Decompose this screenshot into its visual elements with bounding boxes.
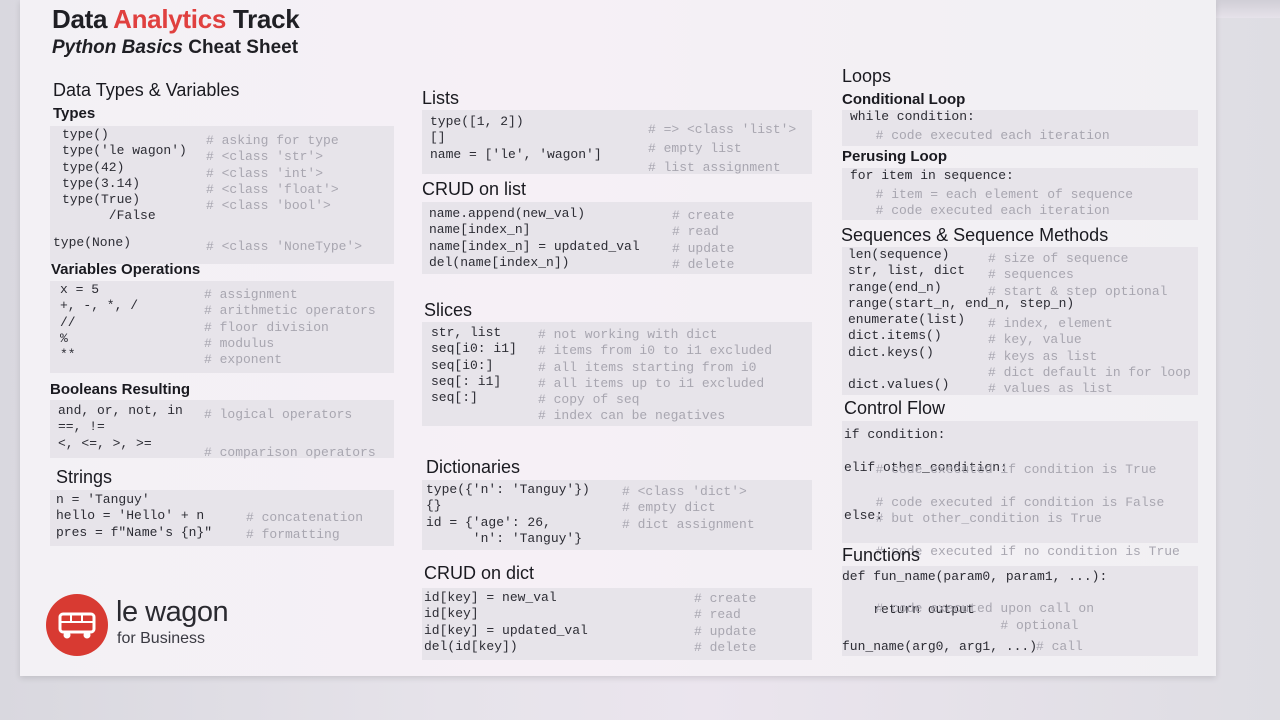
lists-code: type([1, 2]) [] name = ['le', 'wagon'] (430, 114, 602, 162)
crudlist-comments: # create # read # update # delete (672, 208, 735, 272)
lists-comments: # => <class 'list'> # empty list # list … (648, 122, 797, 175)
section-title-functions: Functions (842, 545, 921, 565)
dict-code: type({'n': 'Tanguy'}) {} id = {'age': 26… (426, 482, 590, 546)
subsection-types: Types (53, 105, 96, 122)
logo-name: le wagon (116, 596, 229, 628)
subsection-conditional-loop: Conditional Loop (842, 91, 966, 108)
func-call-comment: # call (1036, 639, 1083, 654)
subsection-variables-operations: Variables Operations (51, 261, 201, 278)
strings-code: n = 'Tanguy' hello = 'Hello' + n pres = … (56, 492, 213, 540)
types-code: type() type('le wagon') type(42) type(3.… (62, 127, 187, 224)
varops-code: x = 5 +, -, *, / // % ** (60, 282, 139, 363)
cond-comments: # code executed each iteration (860, 128, 1110, 143)
section-title-loops: Loops (842, 66, 892, 86)
perusing-code: for item in sequence: (850, 168, 1014, 183)
subsection-perusing-loop: Perusing Loop (842, 148, 947, 165)
perusing-comments: # item = each element of sequence # code… (875, 187, 1134, 219)
crudlist-code: name.append(new_val) name[index_n] name[… (429, 206, 640, 270)
control-comments: # code executed if condition is True # c… (875, 462, 1180, 559)
logo-sub: for Business (117, 630, 206, 647)
page-title: Data Analytics Track (52, 4, 300, 34)
section-title-lists: Lists (422, 88, 460, 108)
section-title-strings: Strings (56, 467, 113, 487)
strings-comments: # concatenation # formatting (246, 510, 364, 542)
section-title-crud-dict: CRUD on dict (424, 563, 535, 583)
section-title-dictionaries: Dictionaries (426, 457, 521, 477)
cruddict-comments: # create # read # update # delete (694, 591, 757, 655)
cond-code: while condition: (850, 109, 975, 124)
slices-comments: # not working with dict # items from i0 … (538, 327, 773, 424)
page-subtitle: Python Basics Cheat Sheet (52, 37, 299, 58)
section-title-crud-list: CRUD on list (422, 179, 527, 199)
section-title-sequences: Sequences & Sequence Methods (841, 225, 1109, 245)
func-comments: # code executed upon call on # optional (875, 601, 1095, 633)
slices-code: str, list seq[i0: i1] seq[i0:] seq[: i1]… (431, 325, 517, 406)
subsection-booleans: Booleans Resulting (50, 381, 191, 398)
seq-comments: # size of sequence # sequences # start &… (988, 251, 1191, 397)
bus-icon (46, 594, 108, 656)
bool-code: and, or, not, in ==, != <, <=, >, >= (58, 403, 183, 451)
types-comments: # asking for type # <class 'str'> # <cla… (206, 133, 339, 214)
none-code: type(None) (53, 235, 132, 250)
section-title-slices: Slices (424, 300, 473, 320)
cruddict-code: id[key] = new_val id[key] id[key] = upda… (424, 590, 588, 654)
none-comment: # <class 'NoneType'> (206, 239, 363, 254)
bool-comments: # logical operators # comparison operato… (204, 407, 376, 460)
section-title-data-types: Data Types & Variables (53, 80, 240, 100)
section-title-control-flow: Control Flow (844, 398, 946, 418)
func-call-code: fun_name(arg0, arg1, ...) (842, 639, 1038, 654)
dict-comments: # <class 'dict'> # empty dict # dict ass… (622, 484, 755, 532)
varops-comments: # assignment # arithmetic operators # fl… (204, 287, 376, 368)
